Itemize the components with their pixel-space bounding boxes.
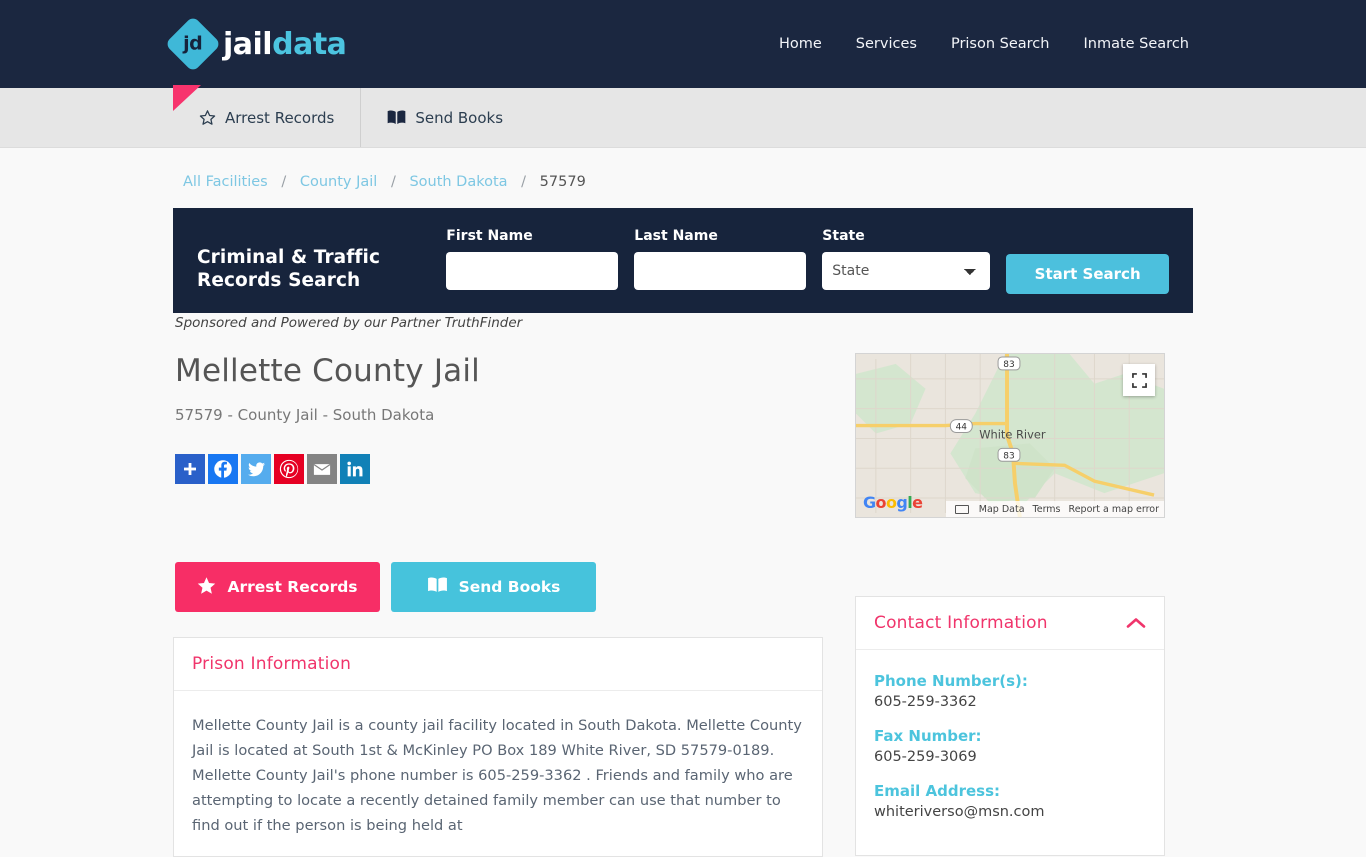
first-name-group: First Name: [446, 228, 619, 290]
nav-item-inmate-search[interactable]: Inmate Search: [1083, 36, 1189, 52]
breadcrumb-separator: /: [390, 174, 396, 190]
open-book-icon: [387, 110, 406, 125]
brand-word-data: data: [272, 26, 347, 62]
arrest-records-button-label: Arrest Records: [227, 578, 358, 596]
pinterest-icon[interactable]: [274, 454, 304, 484]
brand-logo[interactable]: jd jaildata: [164, 15, 347, 73]
terms-link[interactable]: Terms: [1033, 504, 1061, 515]
jaildata-logo-icon: jd: [164, 15, 222, 73]
prison-information-text: Mellette County Jail is a county jail fa…: [192, 717, 802, 835]
map-attribution: Map Data Terms Report a map error: [946, 501, 1164, 517]
fax-label: Fax Number:: [874, 727, 982, 745]
partner-search-panel: Criminal & Traffic Records Search First …: [173, 208, 1193, 313]
contact-information-body: Phone Number(s): 605-259-3362 Fax Number…: [856, 650, 1164, 855]
twitter-icon[interactable]: [241, 454, 271, 484]
addthis-icon[interactable]: [175, 454, 205, 484]
google-logo: Google: [863, 493, 923, 512]
map-data-link[interactable]: Map Data: [979, 504, 1025, 515]
chevron-up-icon[interactable]: [1126, 614, 1146, 633]
email-icon[interactable]: [307, 454, 337, 484]
tab-send-books[interactable]: Send Books: [360, 88, 529, 147]
prison-information-body: Mellette County Jail is a county jail fa…: [174, 691, 822, 856]
breadcrumb-separator: /: [521, 174, 527, 190]
breadcrumb-current-zip: 57579: [539, 174, 586, 190]
nav-item-home[interactable]: Home: [779, 36, 822, 52]
linkedin-icon[interactable]: [340, 454, 370, 484]
secondary-tabbar: Arrest Records Send Books: [0, 85, 1366, 148]
brand-word-jail: jail: [223, 26, 273, 62]
state-select[interactable]: State: [822, 252, 991, 290]
last-name-group: Last Name: [634, 228, 807, 290]
state-group: State State: [822, 228, 991, 290]
svg-text:White River: White River: [979, 427, 1046, 441]
tab-send-books-label: Send Books: [415, 108, 504, 127]
fullscreen-icon[interactable]: [1123, 364, 1155, 396]
main-navigation: Home Services Prison Search Inmate Searc…: [779, 36, 1193, 52]
search-panel-title: Criminal & Traffic Records Search: [197, 247, 381, 292]
last-name-input[interactable]: [634, 252, 807, 290]
breadcrumb-south-dakota[interactable]: South Dakota: [409, 174, 507, 190]
keyboard-shortcuts-icon[interactable]: [954, 504, 969, 514]
brand-wordmark: jaildata: [223, 26, 347, 62]
state-label: State: [822, 228, 865, 244]
social-share-bar: [173, 454, 823, 484]
first-name-input[interactable]: [446, 252, 619, 290]
last-name-label: Last Name: [634, 228, 718, 244]
phone-value: 605-259-3362: [874, 694, 977, 710]
star-icon: [197, 576, 216, 599]
phone-label: Phone Number(s):: [874, 672, 1028, 690]
tab-arrest-records[interactable]: Arrest Records: [173, 88, 360, 147]
prison-information-title: Prison Information: [192, 654, 352, 674]
prison-information-panel: Prison Information Mellette County Jail …: [173, 637, 823, 857]
fax-value: 605-259-3069: [874, 749, 977, 765]
right-column: 83 44 83 White River Google Map Data Ter…: [855, 353, 1165, 857]
open-book-icon: [427, 577, 448, 597]
nav-item-prison-search[interactable]: Prison Search: [951, 36, 1050, 52]
send-books-button-label: Send Books: [458, 578, 561, 596]
email-label: Email Address:: [874, 782, 1001, 800]
logo-mark-text: jd: [183, 33, 203, 55]
nav-item-services[interactable]: Services: [856, 36, 917, 52]
breadcrumb: All Facilities / County Jail / South Dak…: [173, 148, 1193, 190]
facility-action-buttons: Arrest Records Send Books: [173, 562, 823, 612]
svg-text:83: 83: [1003, 360, 1014, 370]
left-column: Mellette County Jail 57579 - County Jail…: [173, 353, 823, 857]
start-search-button[interactable]: Start Search: [1006, 254, 1169, 294]
svg-text:83: 83: [1003, 451, 1014, 461]
tab-arrest-records-label: Arrest Records: [225, 108, 335, 127]
location-map[interactable]: 83 44 83 White River Google Map Data Ter…: [855, 353, 1165, 518]
main-content: Mellette County Jail 57579 - County Jail…: [173, 331, 1193, 857]
contact-information-title: Contact Information: [874, 613, 1048, 633]
sponsor-note: Sponsored and Powered by our Partner Tru…: [175, 315, 523, 331]
first-name-label: First Name: [446, 228, 533, 244]
prison-information-header: Prison Information: [174, 638, 822, 691]
breadcrumb-county-jail[interactable]: County Jail: [300, 174, 377, 190]
page-title: Mellette County Jail: [175, 353, 480, 389]
contact-information-header[interactable]: Contact Information: [856, 597, 1164, 650]
email-value: whiteriverso@msn.com: [874, 804, 1045, 820]
svg-text:44: 44: [956, 423, 968, 433]
facebook-icon[interactable]: [208, 454, 238, 484]
facility-subtitle: 57579 - County Jail - South Dakota: [175, 406, 435, 424]
breadcrumb-separator: /: [281, 174, 287, 190]
contact-information-panel: Contact Information Phone Number(s): 605…: [855, 596, 1165, 856]
send-books-button[interactable]: Send Books: [391, 562, 596, 612]
pink-corner-ribbon: [173, 85, 201, 111]
star-icon: [199, 109, 216, 126]
breadcrumb-all-facilities[interactable]: All Facilities: [183, 174, 268, 190]
site-header: jd jaildata Home Services Prison Search …: [0, 0, 1366, 88]
report-map-error-link[interactable]: Report a map error: [1069, 504, 1159, 515]
arrest-records-button[interactable]: Arrest Records: [175, 562, 380, 612]
